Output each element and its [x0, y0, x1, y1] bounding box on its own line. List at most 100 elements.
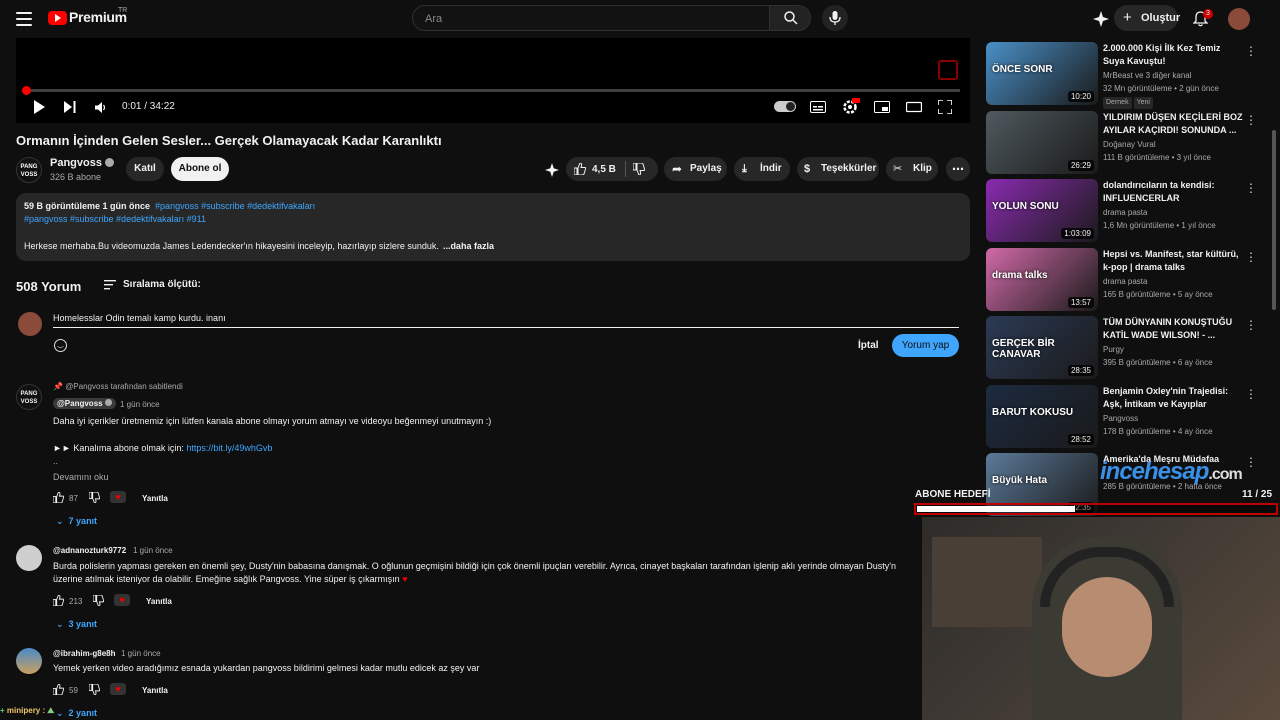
youtube-logo-icon[interactable]	[48, 11, 67, 25]
video-title[interactable]: dolandırıcıların ta kendisi: INFLUENCERL…	[1103, 179, 1243, 205]
channel-avatar[interactable]: PANG VOSS	[16, 157, 42, 183]
comment-author-avatar[interactable]: PANG VOSS	[16, 384, 42, 410]
progress-scrubber[interactable]	[22, 86, 31, 95]
video-title[interactable]: Hepsi vs. Manifest, star kültürü, k-pop …	[1103, 248, 1243, 274]
thumbs-down-icon[interactable]	[93, 595, 104, 606]
more-options-icon[interactable]: ⋮	[1245, 44, 1257, 58]
video-thumbnail[interactable]: 26:29	[986, 111, 1098, 174]
comment-time[interactable]: 1 gün önce	[121, 649, 161, 658]
microphone-icon	[829, 11, 841, 25]
channel-name[interactable]: Pangvoss	[1103, 413, 1243, 425]
scrollbar[interactable]	[1272, 130, 1276, 310]
thumbnail-caption: GERÇEK BİR CANAVAR	[992, 338, 1055, 360]
sort-by-button[interactable]: Sıralama ölçütü:	[123, 279, 201, 290]
thumbnail-caption: BARUT KOKUSU	[992, 407, 1074, 418]
comment-link[interactable]: https://bit.ly/49whGvb	[186, 443, 272, 453]
subtitles-icon[interactable]	[810, 101, 826, 113]
comment-input[interactable]: Homelesslar Odin temalı kamp kurdu. inan…	[53, 310, 959, 328]
ai-sparkle-icon[interactable]	[545, 163, 559, 177]
share-icon: ➦	[672, 162, 683, 176]
thumbnail-caption: YOLUN SONU	[992, 201, 1059, 212]
voice-search-button[interactable]	[822, 5, 848, 31]
replies-toggle[interactable]: ⌄ 3 yanıt	[56, 619, 97, 630]
description-stats: 59 B görüntüleme 1 gün önce #pangvoss #s…	[24, 201, 316, 211]
description-box[interactable]: 59 B görüntüleme 1 gün önce #pangvoss #s…	[16, 193, 970, 261]
search-input[interactable]: Ara	[412, 5, 770, 31]
read-more-link[interactable]: Devamını oku	[53, 472, 109, 482]
comment-author-avatar[interactable]	[16, 545, 42, 571]
clip-button[interactable]: ✂ Klip	[886, 157, 938, 181]
thumbs-up-icon[interactable]	[53, 595, 64, 606]
more-options-icon[interactable]: ⋮	[1245, 113, 1257, 127]
channel-name[interactable]: Pangvoss	[50, 157, 115, 169]
more-options-icon[interactable]: ⋮	[1245, 387, 1257, 401]
autoplay-toggle[interactable]	[774, 101, 796, 112]
comment-time[interactable]: 1 gün önce	[120, 400, 160, 409]
submit-comment-button[interactable]: Yorum yap	[892, 334, 959, 357]
account-avatar[interactable]	[1228, 8, 1250, 30]
cancel-comment-button[interactable]: İptal	[858, 340, 879, 351]
channel-name[interactable]: Doğanay Vural	[1103, 139, 1243, 151]
comment-author-avatar[interactable]	[16, 648, 42, 674]
play-icon[interactable]	[33, 100, 45, 114]
video-thumbnail[interactable]: GERÇEK BİR CANAVAR 28:35	[986, 316, 1098, 379]
video-title[interactable]: YILDIRIM DÜŞEN KEÇİLERİ BOZ AYILAR KAÇIR…	[1103, 111, 1243, 137]
fullscreen-icon[interactable]	[938, 100, 952, 114]
progress-bar[interactable]	[26, 89, 960, 92]
menu-icon[interactable]	[16, 12, 32, 26]
download-button[interactable]: ⤓ İndir	[734, 157, 790, 181]
theater-mode-icon[interactable]	[906, 101, 922, 113]
comment-time[interactable]: 1 gün önce	[133, 546, 173, 555]
description-hashtags-line[interactable]: #pangvoss #subscribe #dedektifvakaları #…	[24, 214, 206, 224]
video-duration: 1:03:09	[1061, 228, 1094, 239]
video-title[interactable]: TÜM DÜNYANIN KONUŞTUĞU KATİL WADE WILSON…	[1103, 316, 1243, 342]
comment-author-badge[interactable]: @Pangvoss	[53, 398, 116, 409]
video-thumbnail[interactable]: YOLUN SONU 1:03:09	[986, 179, 1098, 242]
channel-name[interactable]: Purgy	[1103, 344, 1243, 356]
channel-name[interactable]: drama pasta	[1103, 207, 1243, 219]
sort-icon[interactable]	[104, 280, 116, 290]
thanks-button[interactable]: $ Teşekkürler	[797, 157, 879, 181]
replies-toggle[interactable]: ⌄ 7 yanıt	[56, 516, 97, 527]
more-options-icon[interactable]: ⋮	[1245, 318, 1257, 332]
video-title[interactable]: 2.000.000 Kişi İlk Kez Temiz Suya Kavuşt…	[1103, 42, 1243, 68]
thumbs-down-icon[interactable]	[89, 492, 100, 503]
channel-name[interactable]: MrBeast ve 3 diğer kanal	[1103, 70, 1243, 82]
reply-button[interactable]: Yanıtla	[146, 597, 172, 606]
channel-name[interactable]: drama pasta	[1103, 276, 1243, 288]
more-options-icon[interactable]: ⋮	[1245, 455, 1257, 469]
more-options-icon[interactable]: ⋮	[1245, 181, 1257, 195]
thumbs-down-icon[interactable]	[633, 163, 645, 175]
next-icon[interactable]	[64, 101, 76, 113]
show-more-link[interactable]: ...daha fazla	[443, 241, 494, 251]
thumbs-down-icon[interactable]	[89, 684, 100, 695]
comment-author[interactable]: @adnanozturk9772	[53, 546, 126, 555]
more-options-icon[interactable]: ⋮	[1245, 250, 1257, 264]
notification-badge: 3	[1203, 9, 1213, 19]
comment-author[interactable]: @ibrahim-g8e8h	[53, 649, 115, 658]
heart-emoji-icon: ♥	[402, 574, 408, 584]
like-button[interactable]: 4,5 B	[572, 161, 622, 177]
search-button[interactable]	[769, 5, 811, 31]
gemini-icon[interactable]	[1093, 11, 1109, 27]
subscribe-button[interactable]: Abone ol	[171, 157, 229, 181]
join-button[interactable]: Katıl	[126, 157, 164, 181]
emoji-icon[interactable]: ‿	[54, 339, 67, 352]
thumbs-up-icon[interactable]	[53, 492, 64, 503]
create-button[interactable]: + Oluştur	[1114, 5, 1180, 31]
description-text: Herkese merhaba.Bu videomuzda James Lede…	[24, 241, 494, 251]
reply-button[interactable]: Yanıtla	[142, 494, 168, 503]
replies-toggle[interactable]: ⌄ 2 yanıt	[56, 708, 97, 719]
thumbs-up-icon[interactable]	[53, 684, 64, 695]
video-thumbnail[interactable]: drama talks 13:57	[986, 248, 1098, 311]
miniplayer-icon[interactable]	[874, 101, 890, 113]
comment-text-line: üzerine atılmak isteniyor da olabilir. E…	[53, 574, 408, 584]
reply-button[interactable]: Yanıtla	[142, 686, 168, 695]
description-hashtags[interactable]: #pangvoss #subscribe #dedektifvakaları	[155, 201, 315, 211]
video-thumbnail[interactable]: BARUT KOKUSU 28:52	[986, 385, 1098, 448]
more-actions-button[interactable]: ⋯	[946, 157, 970, 181]
video-title[interactable]: Benjamin Oxley'nin Trajedisi: Aşk, İntik…	[1103, 385, 1243, 411]
share-button[interactable]: ➦ Paylaş	[664, 157, 727, 181]
video-thumbnail[interactable]: ÖNCE SONR 10:20	[986, 42, 1098, 105]
volume-icon[interactable]	[95, 102, 107, 113]
